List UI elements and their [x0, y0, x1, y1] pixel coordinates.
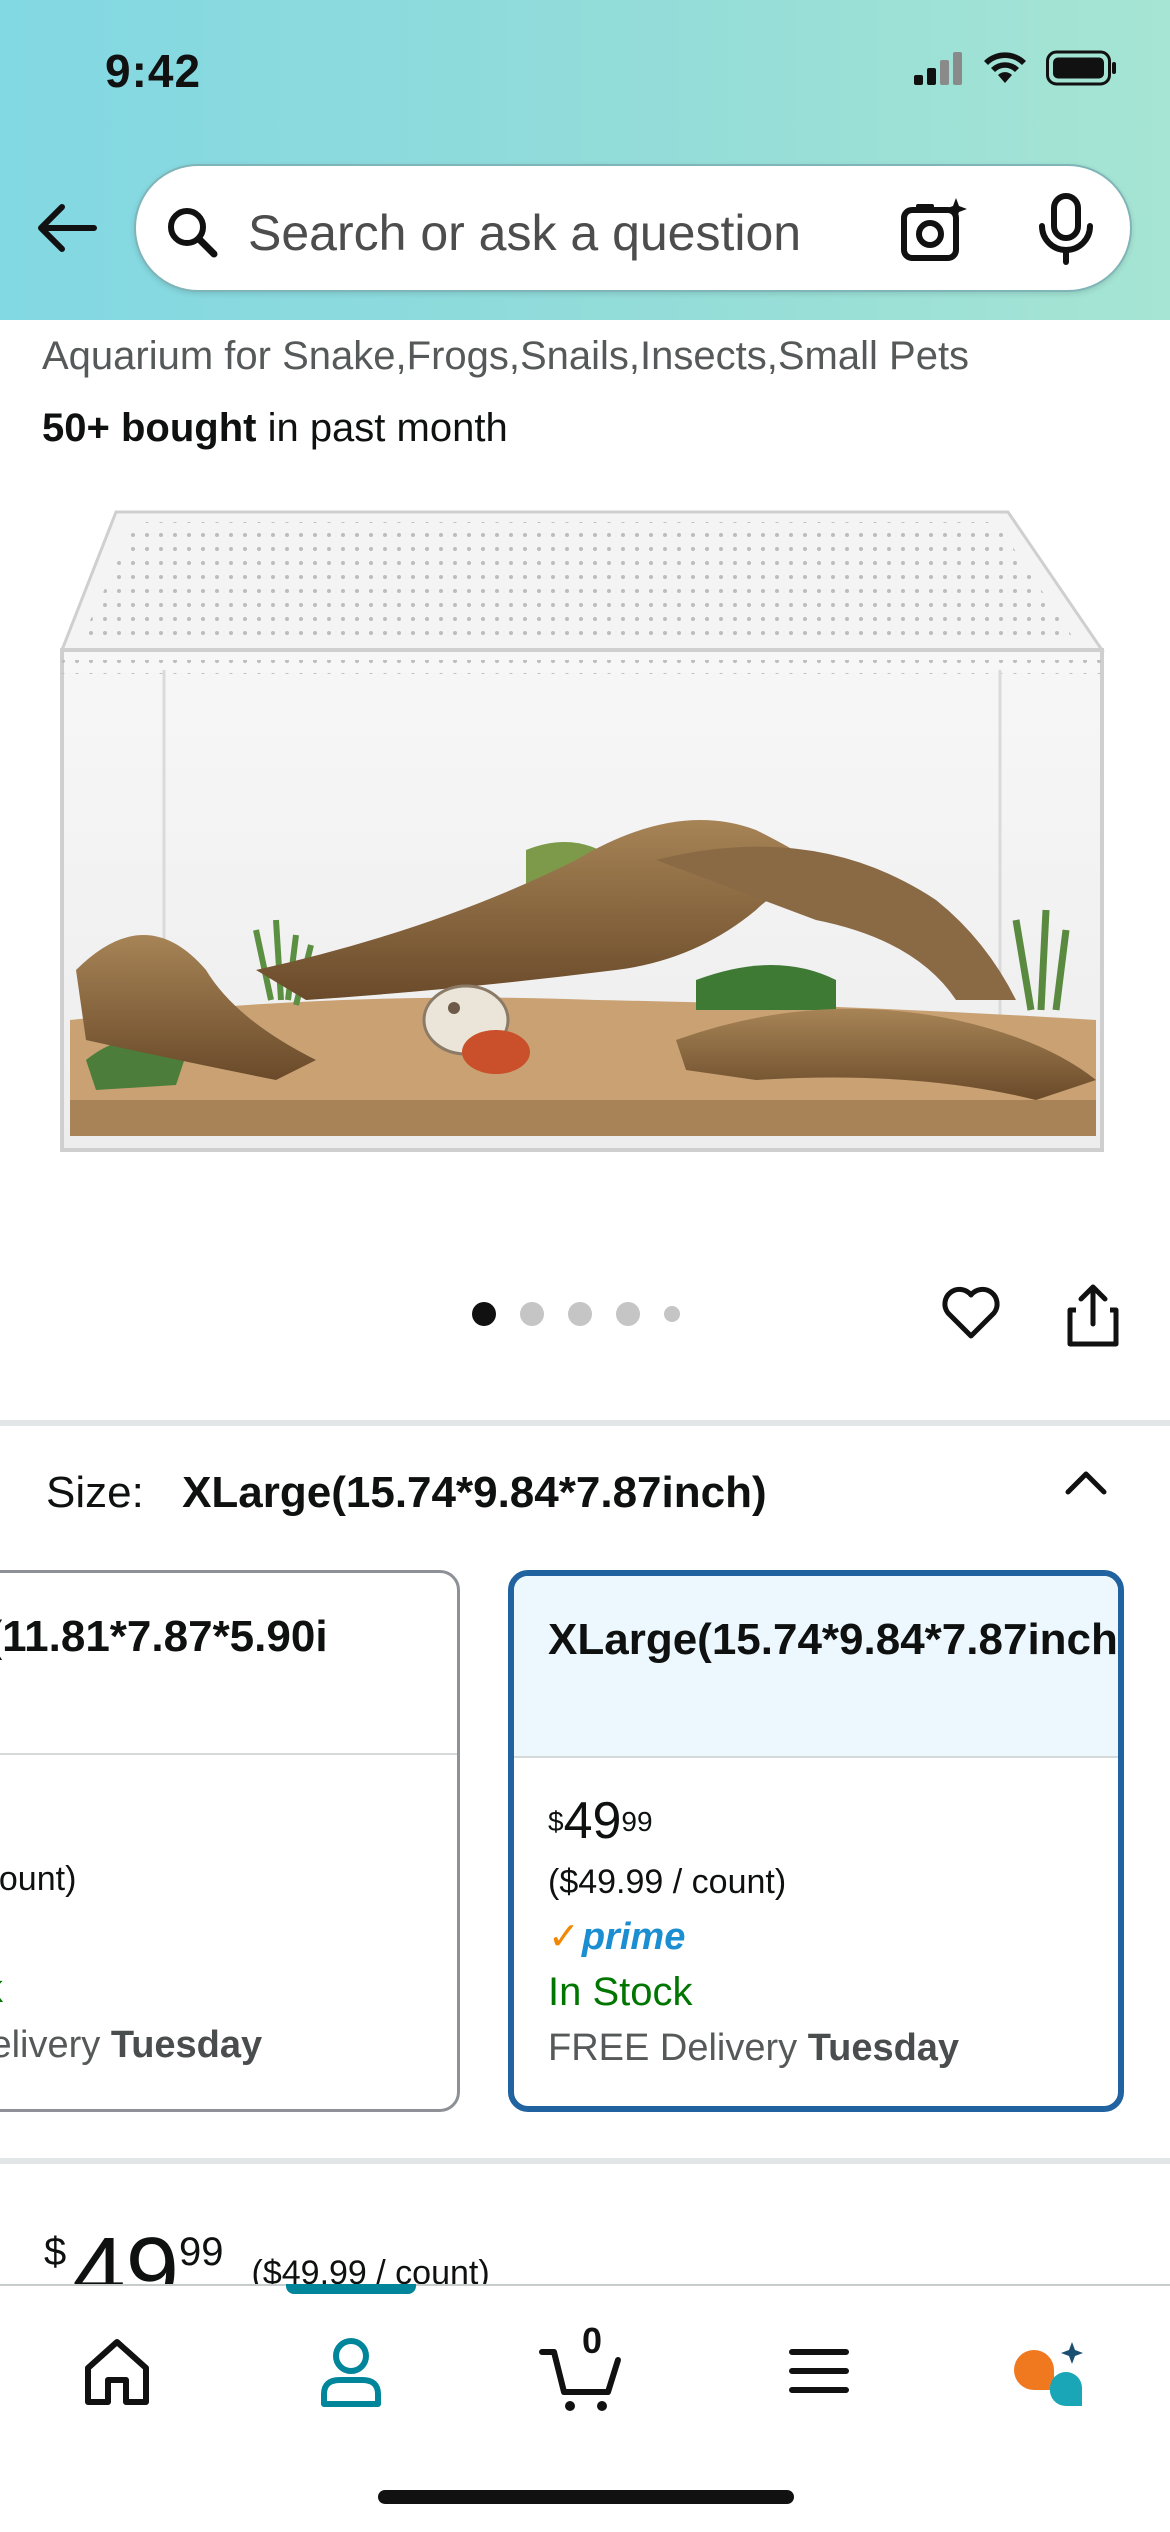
app-header: 9:42 Search or ask a question [0, 0, 1170, 320]
product-title[interactable]: Aquarium for Snake,Frogs,Snails,Insects,… [42, 334, 969, 379]
pagination-dot-active[interactable] [472, 1302, 496, 1326]
delivery-info: FREE Delivery Tuesday [548, 2027, 960, 2069]
status-icons [912, 50, 1118, 86]
pagination-dot[interactable] [616, 1302, 640, 1326]
search-input[interactable]: Search or ask a question [134, 164, 1132, 292]
pagination-dot[interactable] [568, 1302, 592, 1326]
chevron-up-icon[interactable] [1062, 1462, 1110, 1502]
product-image[interactable] [56, 500, 1116, 1190]
size-option-name: e(11.81*7.87*5.90i [0, 1573, 457, 1755]
heart-icon[interactable] [940, 1284, 1002, 1342]
status-time: 9:42 [105, 45, 202, 97]
pagination-dot[interactable] [520, 1302, 544, 1326]
size-option-per-unit: / count) [0, 1860, 77, 1898]
cellular-signal-icon [914, 52, 962, 85]
camera-search-icon[interactable] [898, 194, 970, 266]
section-divider [0, 2158, 1170, 2164]
size-option-per-unit: ($49.99 / count) [548, 1863, 787, 1901]
rufus-icon[interactable] [1006, 2326, 1096, 2416]
bought-count-bold: 50+ bought [42, 406, 257, 450]
back-arrow-icon[interactable] [34, 195, 100, 261]
size-option-name-text: e(11.81*7.87*5.90i [0, 1612, 328, 1661]
size-option-name: XLarge(15.74*9.84*7.87inch) [514, 1576, 1118, 1758]
menu-icon[interactable] [774, 2326, 864, 2416]
search-icon [168, 208, 218, 258]
prime-logo: ✓ prime [548, 1910, 1084, 1964]
active-tab-indicator [286, 2284, 416, 2294]
image-pagination[interactable] [472, 1302, 680, 1326]
section-divider [0, 1420, 1170, 1426]
bought-count: 50+ bought in past month [42, 406, 508, 451]
account-icon[interactable] [306, 2326, 396, 2416]
size-option-price: $49 99 [548, 1792, 653, 1850]
prime-logo: e [0, 1907, 423, 1961]
cart-button[interactable]: 0 [538, 2320, 628, 2416]
size-label: Size: [46, 1468, 144, 1517]
prime-check-icon: ✓ [548, 1916, 580, 1958]
size-option-large[interactable]: e(11.81*7.87*5.90i / count) e ck Deliver… [0, 1570, 460, 2112]
battery-icon [1046, 50, 1116, 86]
size-selected-value: XLarge(15.74*9.84*7.87inch) [182, 1468, 767, 1517]
microphone-icon[interactable] [1030, 192, 1102, 268]
size-selector-header[interactable]: Size: XLarge(15.74*9.84*7.87inch) [46, 1468, 767, 1518]
delivery-info: Delivery Tuesday [0, 2024, 263, 2066]
home-indicator [378, 2490, 794, 2504]
cart-count: 0 [582, 2320, 603, 2361]
search-placeholder: Search or ask a question [248, 205, 802, 261]
share-icon[interactable] [1062, 1282, 1124, 1348]
size-option-details: / count) e ck Delivery Tuesday [0, 1755, 457, 2073]
size-option-details: $49 99 ($49.99 / count) ✓ prime In Stock F… [514, 1758, 1118, 2076]
home-icon[interactable] [72, 2326, 162, 2416]
size-option-xlarge-selected[interactable]: XLarge(15.74*9.84*7.87inch) $49 99 ($49.9… [508, 1570, 1124, 2112]
stock-status: In Stock [548, 1970, 693, 2014]
pagination-dot[interactable] [664, 1306, 680, 1322]
wifi-icon [984, 52, 1026, 83]
stock-status: ck [0, 1961, 423, 2017]
bought-count-rest: in past month [256, 406, 508, 450]
